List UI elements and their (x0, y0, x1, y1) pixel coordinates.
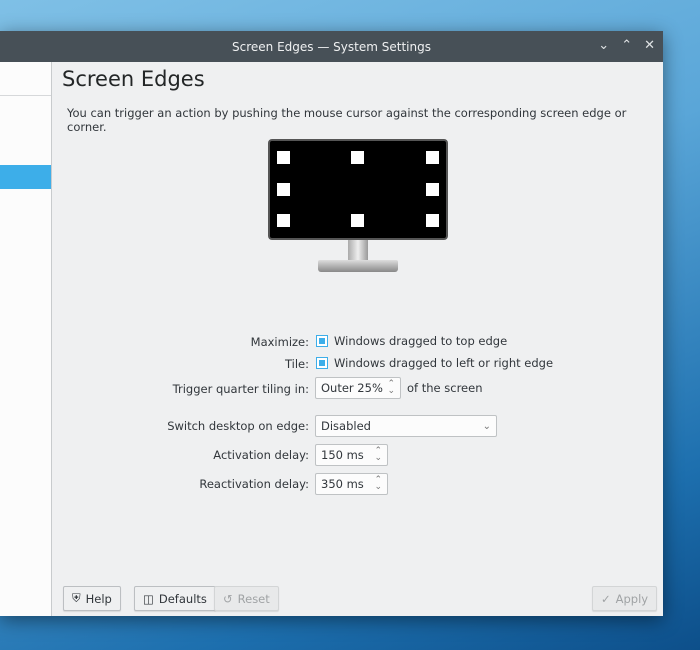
quarter-label: Trigger quarter tiling in: (172, 382, 309, 396)
edge-bottom-left[interactable] (277, 214, 290, 227)
monitor-stand (348, 240, 368, 260)
edge-left[interactable] (277, 183, 290, 196)
maximize-label: Maximize: (250, 335, 309, 349)
quarter-value: Outer 25% (321, 381, 383, 395)
edge-top-left[interactable] (277, 151, 290, 164)
quarter-suffix: of the screen (407, 381, 483, 395)
sidebar (0, 62, 52, 616)
maximize-icon[interactable]: ⌃ (621, 38, 632, 53)
edge-top[interactable] (351, 151, 364, 164)
main-panel: Screen Edges You can trigger an action b… (53, 62, 663, 616)
spin-arrows-icon[interactable]: ⌃ ⌄ (387, 380, 395, 396)
activation-label: Activation delay: (213, 448, 309, 462)
undo-icon: ↺ (223, 591, 233, 606)
sidebar-item-selected[interactable] (0, 165, 51, 189)
defaults-label: Defaults (158, 591, 207, 606)
switch-desktop-value: Disabled (321, 419, 371, 433)
edge-bottom-right[interactable] (426, 214, 439, 227)
maximize-checkbox[interactable]: Windows dragged to top edge (316, 334, 507, 348)
apply-button[interactable]: ✓ Apply (592, 586, 658, 611)
switch-desktop-label: Switch desktop on edge: (167, 419, 309, 433)
screen-edge-monitor (268, 139, 448, 240)
window-title: Screen Edges — System Settings (232, 39, 431, 54)
spin-arrows-icon[interactable]: ⌃ ⌄ (374, 447, 382, 463)
defaults-button[interactable]: ◫ Defaults (134, 586, 216, 611)
activation-delay-spinbox[interactable]: 150 ms ⌃ ⌄ (315, 444, 388, 466)
checkbox-checked[interactable] (316, 357, 328, 369)
sidebar-divider (0, 95, 51, 96)
checkbox-checked[interactable] (316, 335, 328, 347)
settings-window: Screen Edges — System Settings ⌄ ⌃ ✕ Scr… (0, 31, 663, 616)
help-icon: ⛨ (72, 591, 81, 605)
check-icon: ✓ (601, 591, 611, 606)
edge-top-right[interactable] (426, 151, 439, 164)
activation-value: 150 ms (321, 448, 364, 462)
reactivation-value: 350 ms (321, 477, 364, 491)
maximize-text: Windows dragged to top edge (334, 334, 508, 348)
minimize-icon[interactable]: ⌄ (598, 38, 609, 53)
tile-label: Tile: (284, 357, 309, 371)
help-button[interactable]: ⛨ Help (63, 586, 121, 611)
page-description: You can trigger an action by pushing the… (67, 106, 627, 134)
apply-label: Apply (615, 591, 649, 606)
document-icon: ◫ (143, 591, 154, 606)
page-title: Screen Edges (62, 67, 205, 91)
switch-desktop-dropdown[interactable]: Disabled ⌄ (315, 415, 497, 437)
tile-text: Windows dragged to left or right edge (334, 356, 554, 370)
reactivation-label: Reactivation delay: (199, 477, 309, 491)
monitor-base (318, 260, 398, 272)
quarter-tiling-spinbox[interactable]: Outer 25% ⌃ ⌄ (315, 377, 401, 399)
edge-bottom[interactable] (351, 214, 364, 227)
edge-right[interactable] (426, 183, 439, 196)
close-icon[interactable]: ✕ (644, 38, 655, 53)
title-bar[interactable]: Screen Edges — System Settings ⌄ ⌃ ✕ (0, 31, 663, 62)
reset-button[interactable]: ↺ Reset (214, 586, 279, 611)
reactivation-delay-spinbox[interactable]: 350 ms ⌃ ⌄ (315, 473, 388, 495)
chevron-down-icon: ⌄ (482, 420, 491, 432)
reset-label: Reset (237, 591, 270, 606)
spin-arrows-icon[interactable]: ⌃ ⌄ (374, 476, 382, 492)
tile-checkbox[interactable]: Windows dragged to left or right edge (316, 356, 553, 370)
help-label: Help (85, 591, 112, 606)
